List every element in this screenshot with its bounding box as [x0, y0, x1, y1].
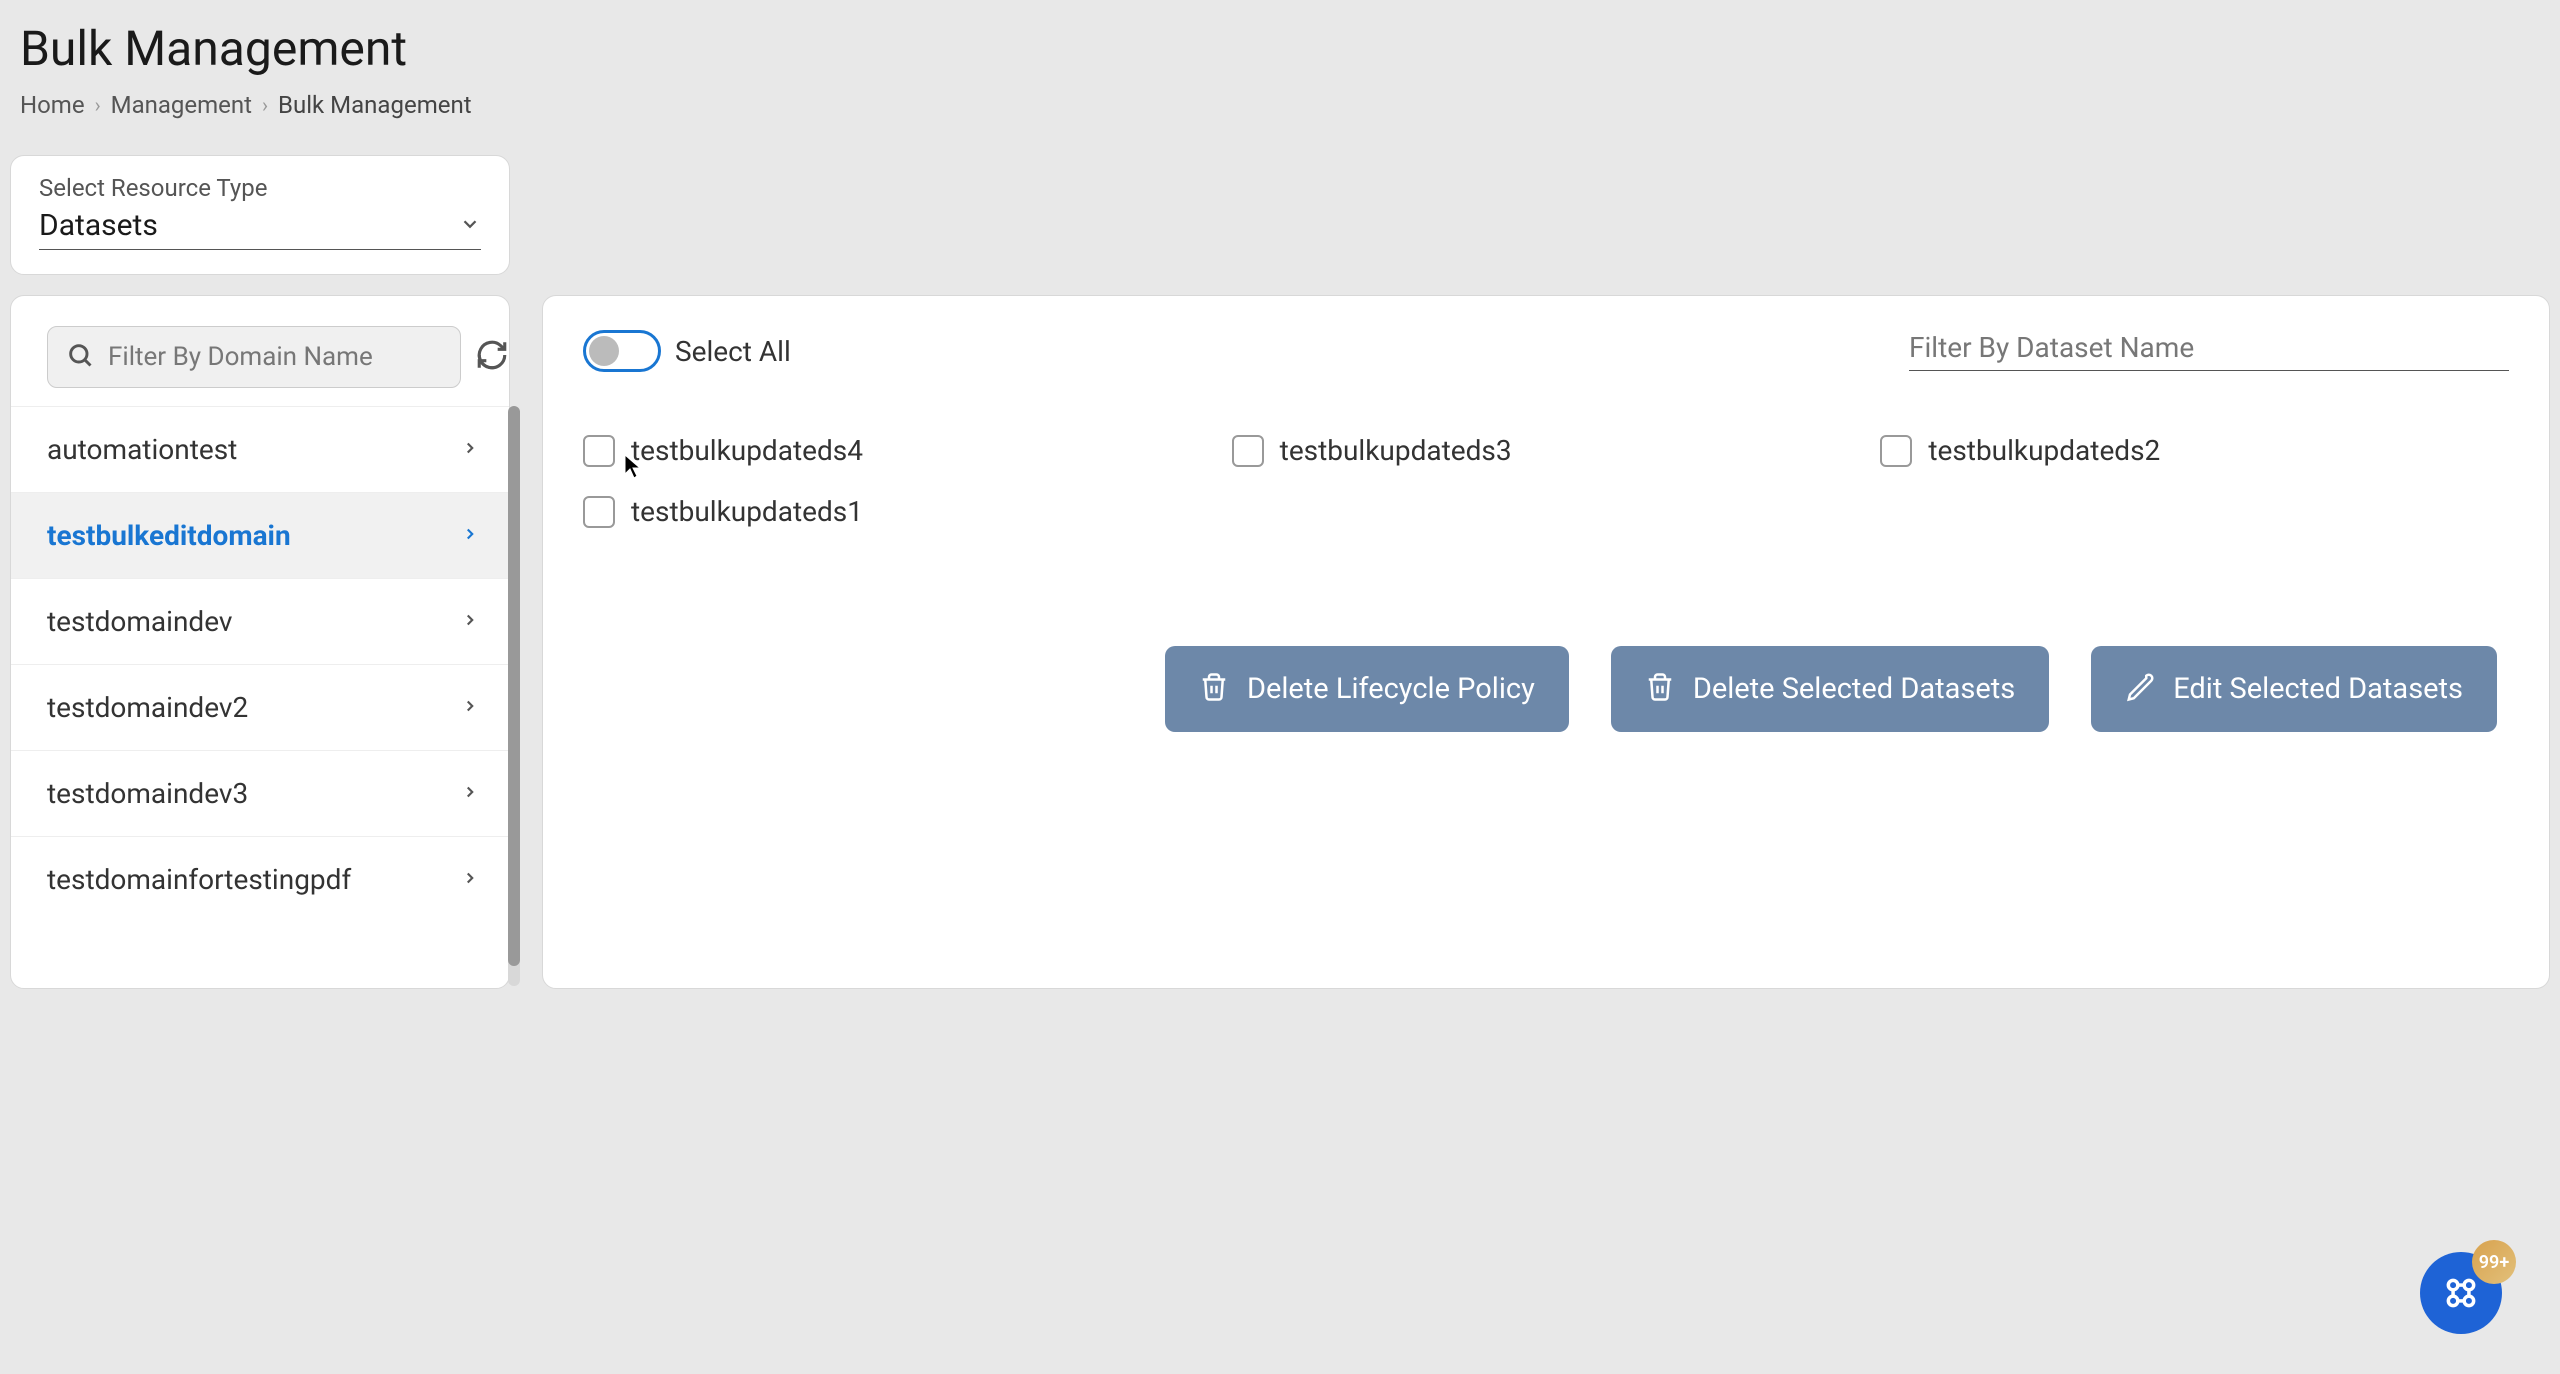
- breadcrumb: Home › Management › Bulk Management: [20, 91, 2540, 119]
- domain-item-label: testdomainfortestingpdf: [47, 863, 351, 896]
- breadcrumb-management[interactable]: Management: [111, 91, 252, 119]
- domain-item-label: testdomaindev3: [47, 777, 248, 810]
- breadcrumb-current: Bulk Management: [278, 91, 472, 119]
- scrollbar-track[interactable]: [508, 406, 520, 986]
- dataset-label: testbulkupdateds1: [631, 495, 863, 528]
- chevron-right-icon: [461, 869, 479, 891]
- notification-badge: 99+: [2472, 1240, 2516, 1284]
- toggle-knob: [589, 336, 619, 366]
- dataset-label: testbulkupdateds2: [1928, 434, 2160, 467]
- chevron-right-icon: [461, 783, 479, 805]
- dataset-item: testbulkupdateds3: [1232, 434, 1861, 467]
- resource-type-select[interactable]: Datasets: [39, 208, 481, 250]
- select-all-label: Select All: [675, 335, 791, 368]
- delete-selected-datasets-button[interactable]: Delete Selected Datasets: [1611, 646, 2049, 732]
- dataset-filter-input[interactable]: [1909, 331, 2509, 371]
- delete-lifecycle-policy-button[interactable]: Delete Lifecycle Policy: [1165, 646, 1569, 732]
- dataset-item: testbulkupdateds1: [583, 495, 1212, 528]
- sidebar-item-domain[interactable]: testbulkeditdomain: [11, 492, 509, 578]
- resource-type-card: Select Resource Type Datasets: [10, 155, 510, 275]
- sidebar-item-domain[interactable]: automationtest: [11, 406, 509, 492]
- select-all-toggle[interactable]: [583, 330, 661, 372]
- pencil-icon: [2125, 672, 2155, 706]
- trash-icon: [1645, 672, 1675, 706]
- sidebar-item-domain[interactable]: testdomaindev3: [11, 750, 509, 836]
- dataset-label: testbulkupdateds3: [1280, 434, 1512, 467]
- dataset-grid: testbulkupdateds4 testbulkupdateds3 test…: [583, 434, 2509, 528]
- dataset-checkbox[interactable]: [583, 496, 615, 528]
- dataset-checkbox[interactable]: [1880, 435, 1912, 467]
- domain-list: automationtest testbulkeditdomain testdo…: [11, 406, 509, 922]
- chevron-right-icon: [461, 525, 479, 547]
- chevron-right-icon: [461, 439, 479, 461]
- dataset-checkbox[interactable]: [583, 435, 615, 467]
- chevron-right-icon: ›: [95, 93, 101, 117]
- dataset-label: testbulkupdateds4: [631, 434, 863, 467]
- help-fab-button[interactable]: 99+: [2420, 1252, 2502, 1334]
- scrollbar-thumb[interactable]: [508, 406, 520, 966]
- chevron-right-icon: ›: [262, 93, 268, 117]
- domain-filter-wrap[interactable]: [47, 326, 461, 388]
- button-label: Edit Selected Datasets: [2173, 672, 2463, 706]
- sidebar-item-domain[interactable]: testdomaindev: [11, 578, 509, 664]
- refresh-icon[interactable]: [475, 338, 509, 376]
- chevron-right-icon: [461, 697, 479, 719]
- breadcrumb-home[interactable]: Home: [20, 91, 85, 119]
- domain-item-label: testdomaindev2: [47, 691, 248, 724]
- dataset-item: testbulkupdateds2: [1880, 434, 2509, 467]
- sidebar-item-domain[interactable]: testdomainfortestingpdf: [11, 836, 509, 922]
- search-icon: [66, 341, 94, 373]
- button-label: Delete Selected Datasets: [1693, 672, 2015, 706]
- domain-list-card: automationtest testbulkeditdomain testdo…: [10, 295, 510, 989]
- main-panel: Select All testbulkupdateds4 testbulkupd…: [542, 295, 2550, 989]
- resource-type-label: Select Resource Type: [39, 174, 481, 202]
- page-title: Bulk Management: [20, 20, 2540, 77]
- chevron-down-icon: [459, 213, 481, 239]
- domain-item-label: automationtest: [47, 433, 237, 466]
- domain-item-label: testbulkeditdomain: [47, 519, 291, 552]
- dataset-checkbox[interactable]: [1232, 435, 1264, 467]
- button-label: Delete Lifecycle Policy: [1247, 672, 1535, 706]
- domain-filter-input[interactable]: [108, 342, 442, 372]
- trash-icon: [1199, 672, 1229, 706]
- sidebar-item-domain[interactable]: testdomaindev2: [11, 664, 509, 750]
- chevron-right-icon: [461, 611, 479, 633]
- dataset-item: testbulkupdateds4: [583, 434, 1212, 467]
- resource-type-value: Datasets: [39, 208, 158, 243]
- domain-item-label: testdomaindev: [47, 605, 232, 638]
- edit-selected-datasets-button[interactable]: Edit Selected Datasets: [2091, 646, 2497, 732]
